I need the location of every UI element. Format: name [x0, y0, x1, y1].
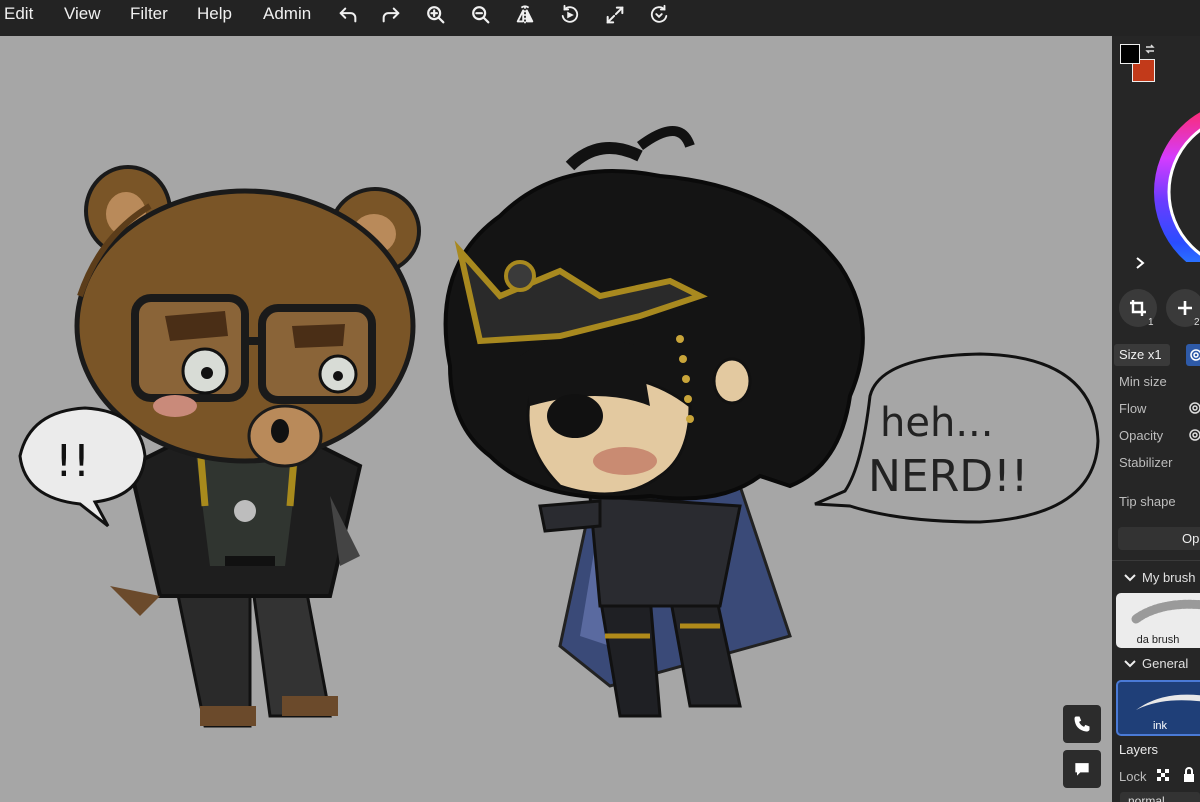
general-brushes-header[interactable]: General [1124, 656, 1188, 671]
da-brush-name: da brush [1136, 634, 1180, 646]
menu-edit[interactable]: Edit [4, 4, 33, 24]
brush-tile-da-brush[interactable]: da brush [1116, 593, 1200, 648]
rotate-icon[interactable] [557, 2, 583, 28]
lock-label: Lock [1119, 769, 1147, 784]
chevron-down-icon [1124, 659, 1136, 667]
speech-left-text: !! [55, 436, 90, 487]
zoom-out-icon[interactable] [468, 2, 494, 28]
lock-icon[interactable] [1182, 767, 1196, 783]
options-button[interactable]: Op [1118, 527, 1200, 550]
divider [1112, 560, 1200, 561]
zoom-in-icon[interactable] [423, 2, 449, 28]
layers-label: Layers [1119, 742, 1159, 757]
opacity-label: Opacity [1119, 428, 1164, 443]
flow-pressure-icon[interactable] [1188, 401, 1200, 415]
reset-rotate-icon[interactable] [646, 2, 672, 28]
undo-icon[interactable] [335, 2, 361, 28]
crop-badge: 1 [1148, 317, 1154, 328]
speech-bubble-left: !! [18, 406, 147, 528]
brush-stroke-preview [1131, 599, 1200, 624]
redo-icon[interactable] [378, 2, 404, 28]
ink-stroke-preview [1136, 694, 1200, 710]
chat-icon [1075, 763, 1089, 776]
swap-colors-icon[interactable] [1144, 43, 1156, 55]
speech-right-line1: heh... [880, 400, 993, 446]
drawing-canvas[interactable]: !! heh... NERD!! [0, 36, 1112, 802]
knight-character [443, 126, 865, 718]
stabilizer-label: Stabilizer [1119, 455, 1173, 470]
primary-color-swatch[interactable] [1120, 44, 1140, 64]
size-label: Size x1 [1119, 347, 1162, 362]
add-badge: 2 [1194, 317, 1200, 328]
opacity-pressure-icon[interactable] [1188, 428, 1200, 442]
brush-tile-ink[interactable]: ink [1116, 680, 1200, 736]
size-selector[interactable]: Size x1 [1114, 344, 1170, 366]
chat-button[interactable] [1063, 750, 1101, 788]
min-size-label: Min size [1119, 374, 1167, 389]
color-wheel[interactable] [1146, 72, 1200, 262]
phone-icon [1074, 716, 1090, 732]
fullscreen-icon[interactable] [602, 2, 628, 28]
flow-label: Flow [1119, 401, 1147, 416]
top-menu-bar: Edit View Filter Help Admin [0, 0, 1200, 36]
ink-brush-name: ink [1152, 720, 1168, 732]
menu-view[interactable]: View [64, 4, 101, 24]
my-brushes-label: My brush [1142, 570, 1196, 585]
crop-icon [1130, 300, 1146, 316]
general-label: General [1142, 656, 1189, 671]
tip-shape-label: Tip shape [1119, 494, 1176, 509]
plus-icon [1178, 301, 1192, 315]
pressure-icon [1190, 349, 1200, 361]
blend-mode-value: normal [1128, 794, 1165, 802]
call-button[interactable] [1063, 705, 1101, 743]
chevron-down-icon [1124, 573, 1136, 581]
flip-icon[interactable] [512, 2, 538, 28]
brush-panel: 1 2 Size x1 Min size Flow Opacity Stabil… [1112, 36, 1200, 802]
menu-filter[interactable]: Filter [130, 4, 168, 24]
chevron-right-icon[interactable] [1134, 256, 1146, 270]
blend-mode-select[interactable]: normal [1120, 792, 1200, 802]
menu-admin[interactable]: Admin [263, 4, 311, 24]
speech-right-line2: NERD!! [868, 451, 1028, 502]
menu-help[interactable]: Help [197, 4, 232, 24]
lock-transparency-icon[interactable] [1157, 769, 1171, 783]
options-button-label: Op [1182, 531, 1200, 546]
my-brushes-header[interactable]: My brush [1124, 570, 1195, 585]
pressure-size-toggle[interactable] [1186, 344, 1200, 366]
artwork-illustration: !! heh... NERD!! [18, 126, 1100, 728]
